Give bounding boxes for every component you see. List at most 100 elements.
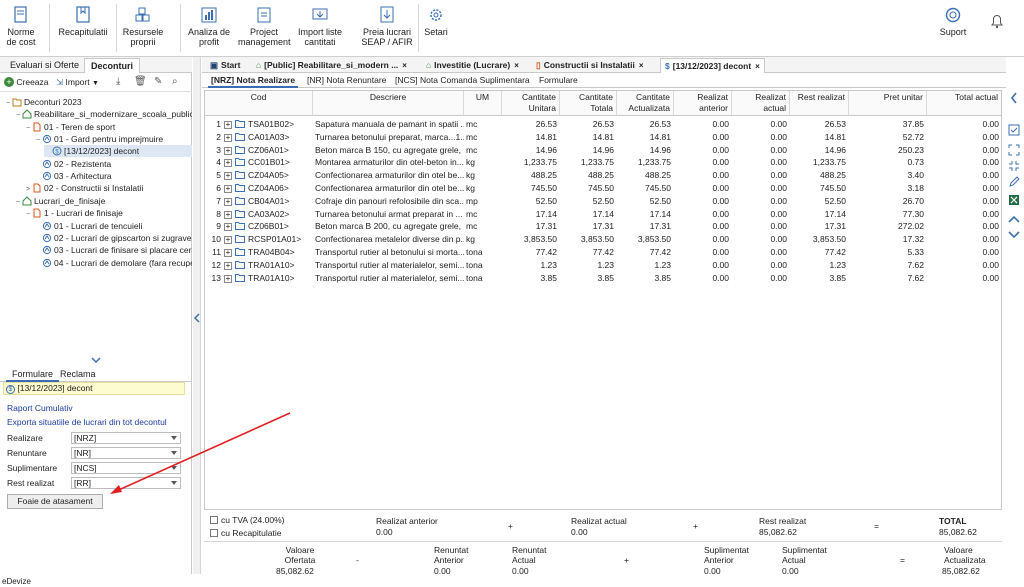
column-header[interactable]: Rest realizat — [790, 91, 849, 116]
expand-row-icon[interactable]: + — [224, 172, 232, 181]
realizat-actual-input[interactable]: 0.00 — [732, 182, 790, 195]
table-row[interactable]: 9 + CZ06B01> Beton marca B 200, cu agregate… — [205, 220, 1001, 233]
raport-cumulativ-link[interactable]: Raport Cumulativ — [7, 403, 73, 413]
chevron-down-icon[interactable] — [1008, 230, 1020, 240]
expand-row-icon[interactable]: + — [224, 223, 232, 232]
preia-lucrari-button[interactable]: Preia lucrari SEAP / AFIR — [360, 4, 414, 54]
realizat-actual-value[interactable]: 0.00 — [735, 259, 787, 272]
realizat-actual-value[interactable]: 0.00 — [735, 220, 787, 233]
table-row[interactable]: 5 + CZ04A05> Confectionarea armaturilor din… — [205, 169, 1001, 182]
expand-row-icon[interactable]: + — [224, 159, 232, 168]
cu-recap-checkbox[interactable]: cu Recapitulatie — [210, 528, 281, 538]
expand-row-icon[interactable]: + — [224, 236, 232, 245]
tree-node[interactable]: − 01 - Teren de sport — [24, 121, 192, 133]
column-header[interactable]: UM — [464, 91, 502, 116]
realizat-actual-input[interactable]: 0.00 — [732, 246, 790, 259]
expand-row-icon[interactable]: + — [224, 146, 232, 155]
table-row[interactable]: 6 + CZ04A06> Confectionarea armaturilor din… — [205, 182, 1001, 195]
panel-splitter[interactable] — [0, 356, 192, 366]
expand-row-icon[interactable]: + — [224, 197, 232, 206]
tree-toggle-icon[interactable]: − — [24, 209, 32, 221]
foaie-de-atasament-button[interactable]: Foaie de atasament — [7, 494, 103, 509]
table-row[interactable]: 3 + CZ06A01> Beton marca B 150, cu agregate… — [205, 144, 1001, 157]
pencil-icon[interactable] — [1008, 176, 1020, 188]
column-header[interactable]: Cantitate Actualizata — [617, 91, 674, 116]
realizat-actual-input[interactable]: 0.00 — [732, 144, 790, 157]
expand-row-icon[interactable]: + — [224, 185, 232, 193]
tab-evaluari[interactable]: Evaluari si Oferte — [4, 58, 85, 73]
tree-node[interactable]: − 1 - Lucrari de finisaje — [24, 207, 192, 219]
realizat-actual-value[interactable]: 0.00 — [735, 169, 787, 182]
realizat-actual-value[interactable]: 0.00 — [735, 246, 787, 259]
edit-pencil-icon[interactable]: ✎ — [154, 76, 162, 87]
realizat-actual-value[interactable]: 0.00 — [735, 131, 787, 144]
tab-formulare[interactable]: Formulare — [6, 368, 60, 382]
tree-node[interactable]: 02 - Rezistenta — [34, 158, 192, 170]
analiza-de-profit-button[interactable]: Analiza de profit — [187, 4, 231, 54]
table-row[interactable]: 7 + CB04A01> Cofraje din panouri refolosibi… — [205, 195, 1001, 208]
nota-tab[interactable]: [NR] Nota Renuntare — [304, 74, 389, 88]
doc-tab[interactable]: ⌂ Investitie (Lucrare) × — [422, 58, 523, 73]
expand-row-icon[interactable]: + — [224, 133, 232, 142]
expand-row-icon[interactable]: + — [224, 121, 232, 129]
tab-reclama[interactable]: Reclama — [54, 368, 102, 382]
realizat-actual-input[interactable]: 0.00 — [732, 195, 790, 208]
column-header[interactable]: Total actual — [927, 91, 1001, 116]
tree-node[interactable]: >02 - Constructii si Instalatii — [24, 182, 192, 194]
import-button[interactable]: ⇲ Import ▼ — [56, 77, 99, 88]
table-row[interactable]: 13 + TRA01A10> Transportul rutier al materi… — [205, 272, 1001, 285]
tree-node[interactable]: − 01 - Gard pentru imprejmuire — [34, 133, 192, 145]
resursele-proprii-button[interactable]: Resursele proprii — [122, 4, 164, 54]
close-icon[interactable]: × — [514, 61, 519, 70]
realizat-actual-value[interactable]: 0.00 — [735, 233, 787, 246]
realizat-actual-input[interactable]: 0.00 — [732, 169, 790, 182]
tree-node[interactable]: 01 - Lucrari de tencuieli — [34, 220, 192, 232]
realizat-actual-input[interactable]: 0.00 — [732, 118, 790, 131]
table-row[interactable]: 11 + TRA04B04> Transportul rutier al betonu… — [205, 246, 1001, 259]
excel-icon[interactable] — [1008, 194, 1020, 206]
project-management-button[interactable]: Project management — [238, 4, 291, 54]
column-header[interactable]: Pret unitar — [849, 91, 927, 116]
realizat-actual-value[interactable]: 0.00 — [735, 195, 787, 208]
doc-tab[interactable]: ▯ Constructii si Instalatii × — [532, 58, 648, 73]
tree-node[interactable]: − Lucrari_de_finisaje — [14, 195, 192, 207]
realizat-actual-value[interactable]: 0.00 — [735, 118, 787, 131]
recapitulatii-button[interactable]: Recapitulatii — [58, 4, 108, 54]
table-row[interactable]: 10 + RCSP01A01> Confectionarea metalelor di… — [205, 233, 1001, 246]
realizat-actual-value[interactable]: 0.00 — [735, 182, 787, 195]
close-icon[interactable]: × — [402, 61, 407, 70]
column-header[interactable]: Cantitate Unitara — [502, 91, 560, 116]
norme-de-cost-button[interactable]: Norme de cost — [2, 4, 40, 54]
column-header[interactable]: Cod — [205, 91, 313, 116]
realizat-actual-input[interactable]: 0.00 — [732, 131, 790, 144]
realizat-actual-value[interactable]: 0.00 — [735, 144, 787, 157]
nota-tab[interactable]: Formulare — [536, 74, 581, 88]
checklist-icon[interactable] — [1008, 124, 1020, 136]
realizat-actual-value[interactable]: 0.00 — [735, 208, 787, 221]
suport-button[interactable]: Suport — [938, 4, 968, 54]
doc-tab[interactable]: ⌂ [Public] Reabilitare_si_modern ... × — [252, 58, 411, 73]
tree-node[interactable]: − Deconturi 2023 — [4, 96, 192, 108]
download-icon[interactable]: ⤓ — [116, 76, 120, 87]
realizat-actual-input[interactable]: 0.00 — [732, 233, 790, 246]
column-header[interactable]: Realizat anterior — [674, 91, 732, 116]
table-row[interactable]: 2 + CA01A03> Turnarea betonului preparat, m… — [205, 131, 1001, 144]
tree-toggle-icon[interactable]: − — [34, 135, 42, 147]
cu-tva-checkbox[interactable]: cu TVA (24.00%) — [210, 515, 284, 525]
trash-icon[interactable]: 🗑 — [134, 76, 147, 87]
tree-node[interactable]: 03 - Lucrari de finisare si placare cera… — [34, 244, 192, 256]
expand-icon[interactable] — [1008, 144, 1020, 156]
table-row[interactable]: 8 + CA03A02> Turnarea betonului armat prepa… — [205, 208, 1001, 221]
realizat-actual-value[interactable]: 0.00 — [735, 272, 787, 285]
tree-node[interactable]: − Reabilitare_si_modernizare_scoala_publi… — [14, 108, 192, 120]
setari-button[interactable]: Setari — [422, 4, 450, 54]
expand-row-icon[interactable]: + — [224, 210, 232, 219]
search-icon[interactable]: ⌕ — [172, 76, 178, 87]
chevron-left-icon[interactable] — [1009, 92, 1019, 104]
expand-row-icon[interactable]: + — [224, 274, 232, 283]
realizat-actual-input[interactable]: 0.00 — [732, 208, 790, 221]
column-header[interactable]: Descriere — [313, 91, 464, 116]
tree-toggle-icon[interactable]: − — [4, 98, 12, 110]
doc-tab[interactable]: $ [13/12/2023] decont × — [660, 58, 765, 73]
expand-row-icon[interactable]: + — [224, 249, 232, 257]
